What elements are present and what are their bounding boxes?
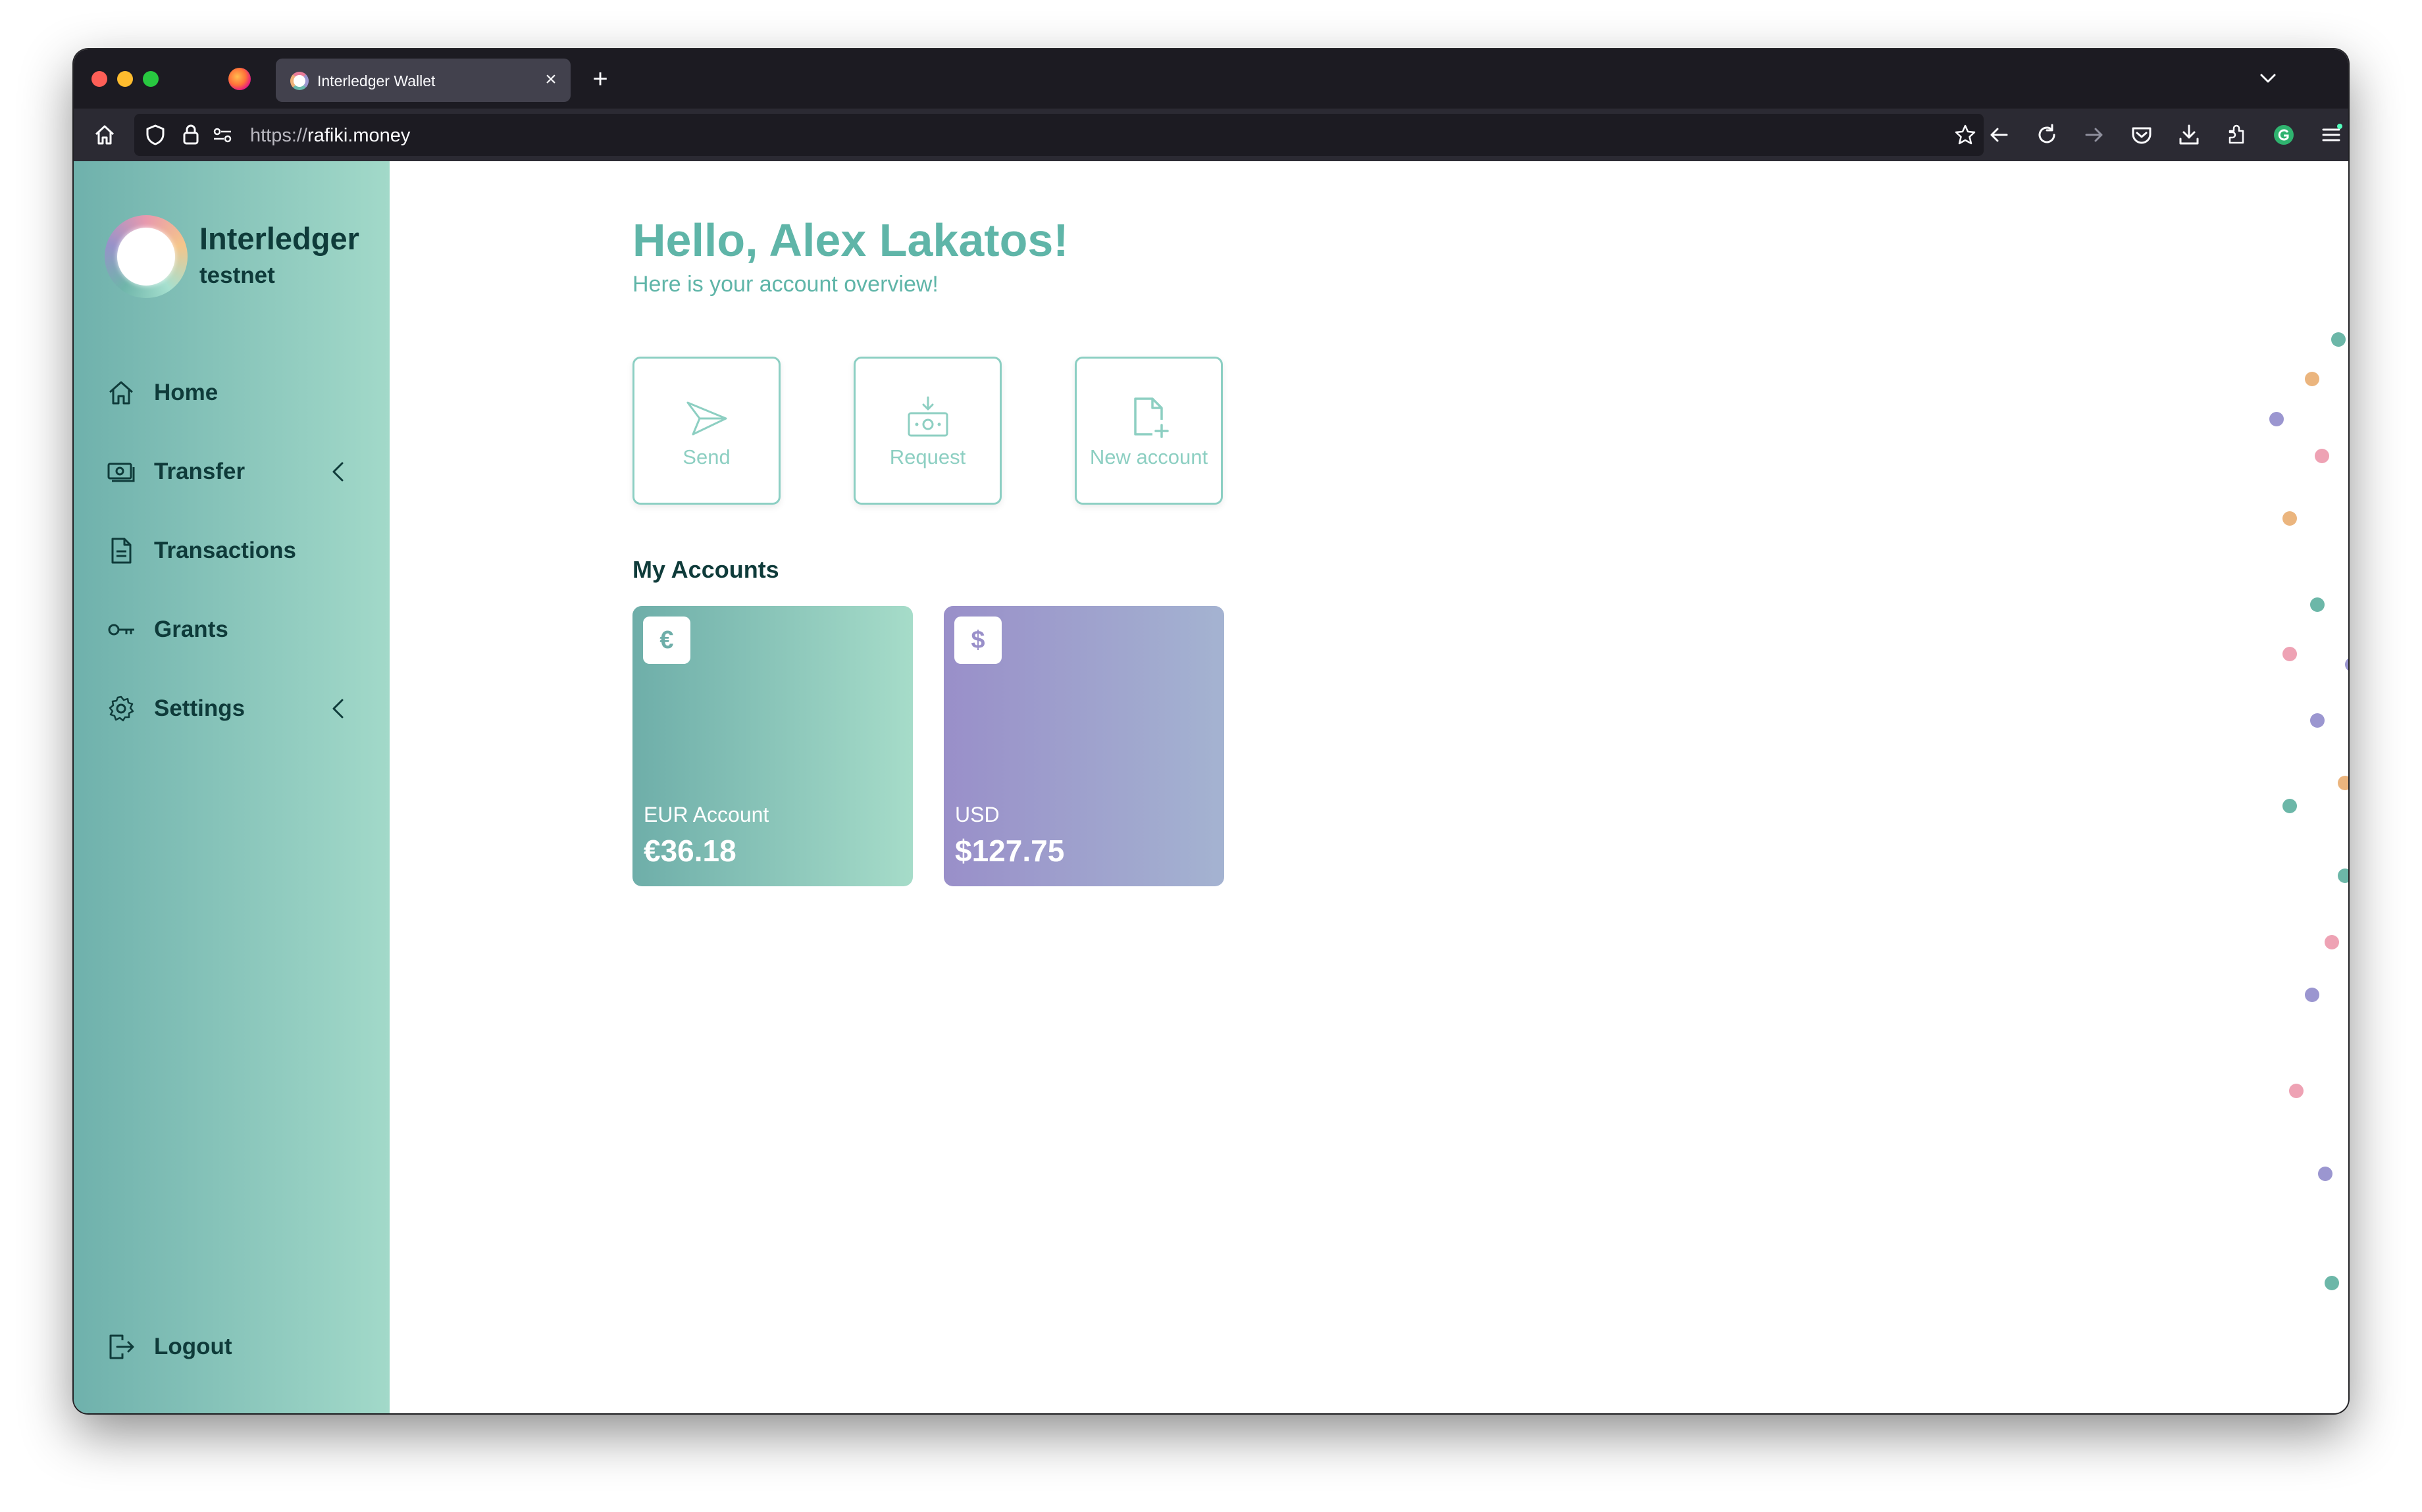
- reload-icon[interactable]: [2032, 120, 2061, 149]
- home-icon: [104, 376, 138, 410]
- dollar-icon: $: [954, 617, 1002, 664]
- paper-plane-icon: [684, 395, 730, 441]
- bookmark-star-icon[interactable]: [1951, 120, 1980, 149]
- decorative-dot: [2269, 412, 2284, 426]
- shield-icon[interactable]: [141, 120, 170, 149]
- profile-avatar-icon[interactable]: [2269, 120, 2298, 149]
- document-icon: [104, 534, 138, 568]
- brand-name: Interledger: [199, 221, 359, 256]
- wallet-page: Interledger testnet Home Transfer Transa…: [74, 161, 2348, 1413]
- key-icon: [104, 613, 138, 647]
- new-file-icon: [1126, 395, 1172, 441]
- main-content: Hello, Alex Lakatos! Here is your accoun…: [390, 161, 2348, 1413]
- sidebar-item-transactions[interactable]: Transactions: [104, 530, 361, 572]
- new-account-label: New account: [1089, 445, 1208, 468]
- decorative-dot: [2305, 988, 2319, 1002]
- sidebar-item-label: Grants: [154, 617, 228, 642]
- close-tab-icon[interactable]: ×: [539, 68, 563, 91]
- logout-button[interactable]: Logout: [104, 1326, 361, 1368]
- back-icon[interactable]: [1984, 120, 2013, 149]
- pocket-icon[interactable]: [2127, 120, 2156, 149]
- sidebar-item-transfer[interactable]: Transfer: [104, 451, 361, 493]
- decorative-dot: [2315, 449, 2329, 463]
- url-bar[interactable]: https://rafiki.money: [134, 114, 1984, 156]
- euro-icon: €: [643, 617, 690, 664]
- decorative-dot: [2325, 935, 2339, 949]
- sidebar-item-home[interactable]: Home: [104, 372, 361, 414]
- logout-icon: [104, 1330, 138, 1364]
- request-button[interactable]: Request: [854, 357, 1002, 505]
- browser-window: Interledger Wallet × + https://rafiki.mo…: [74, 49, 2348, 1413]
- my-accounts-heading: My Accounts: [632, 556, 779, 583]
- decorative-dot: [2282, 799, 2297, 813]
- sidebar: Interledger testnet Home Transfer Transa…: [74, 161, 390, 1413]
- account-card-usd[interactable]: $ USD $127.75: [944, 606, 1224, 886]
- tab-bar: Interledger Wallet × +: [74, 49, 2348, 109]
- zoom-window-button[interactable]: [143, 71, 159, 87]
- gear-icon: [104, 692, 138, 726]
- minimize-window-button[interactable]: [117, 71, 133, 87]
- interledger-favicon-icon: [290, 72, 309, 90]
- chevron-left-icon[interactable]: [326, 697, 350, 720]
- decorative-dot: [2318, 1167, 2332, 1181]
- decorative-dot: [2310, 713, 2325, 728]
- decorative-dot: [2331, 332, 2346, 347]
- url-text: https://rafiki.money: [250, 125, 410, 147]
- decorative-dot: [2305, 372, 2319, 386]
- decorative-dot: [2325, 1276, 2339, 1290]
- tab-interledger-wallet[interactable]: Interledger Wallet ×: [276, 59, 571, 102]
- send-button[interactable]: Send: [632, 357, 781, 505]
- tab-title: Interledger Wallet: [317, 72, 436, 89]
- account-balance: €36.18: [644, 834, 736, 868]
- sidebar-item-label: Home: [154, 380, 219, 405]
- sidebar-item-settings[interactable]: Settings: [104, 688, 361, 730]
- decorative-dot: [2338, 776, 2348, 790]
- decorative-dot: [2310, 597, 2325, 612]
- logout-label: Logout: [154, 1334, 232, 1359]
- close-window-button[interactable]: [91, 71, 107, 87]
- permissions-icon[interactable]: [208, 120, 237, 149]
- decorative-dot: [2289, 1084, 2304, 1098]
- account-name: USD: [955, 803, 1000, 826]
- decorative-dot: [2338, 869, 2348, 883]
- forward-icon[interactable]: [2080, 120, 2109, 149]
- sidebar-item-grants[interactable]: Grants: [104, 609, 361, 651]
- request-label: Request: [889, 445, 966, 468]
- url-host: rafiki.money: [307, 125, 411, 146]
- greeting-subtitle: Here is your account overview!: [632, 272, 939, 297]
- list-all-tabs-icon[interactable]: [2254, 64, 2282, 93]
- money-icon: [104, 455, 138, 489]
- downloads-icon[interactable]: [2175, 120, 2203, 149]
- account-card-eur[interactable]: € EUR Account €36.18: [632, 606, 913, 886]
- url-scheme: https://: [250, 125, 308, 146]
- extensions-icon[interactable]: [2222, 120, 2251, 149]
- new-tab-button[interactable]: +: [584, 63, 617, 95]
- home-icon[interactable]: [90, 120, 119, 149]
- new-account-button[interactable]: New account: [1075, 357, 1223, 505]
- sidebar-item-label: Transactions: [154, 538, 296, 563]
- lock-icon[interactable]: [176, 120, 205, 149]
- send-label: Send: [683, 445, 731, 468]
- request-money-icon: [905, 395, 951, 441]
- greeting-heading: Hello, Alex Lakatos!: [632, 214, 1069, 266]
- decorative-dot: [2282, 647, 2297, 661]
- menu-icon[interactable]: [2317, 120, 2346, 149]
- decorative-dot: [2282, 511, 2297, 526]
- decorative-dot: [2345, 657, 2348, 672]
- chevron-left-icon[interactable]: [326, 460, 350, 484]
- sidebar-item-label: Transfer: [154, 459, 245, 484]
- account-balance: $127.75: [955, 834, 1065, 868]
- account-name: EUR Account: [644, 803, 769, 826]
- firefox-icon: [228, 68, 251, 90]
- sidebar-item-label: Settings: [154, 695, 245, 721]
- brand-subtitle: testnet: [199, 263, 275, 288]
- navigation-toolbar: https://rafiki.money: [74, 109, 2348, 161]
- interledger-logo-icon: [105, 215, 188, 298]
